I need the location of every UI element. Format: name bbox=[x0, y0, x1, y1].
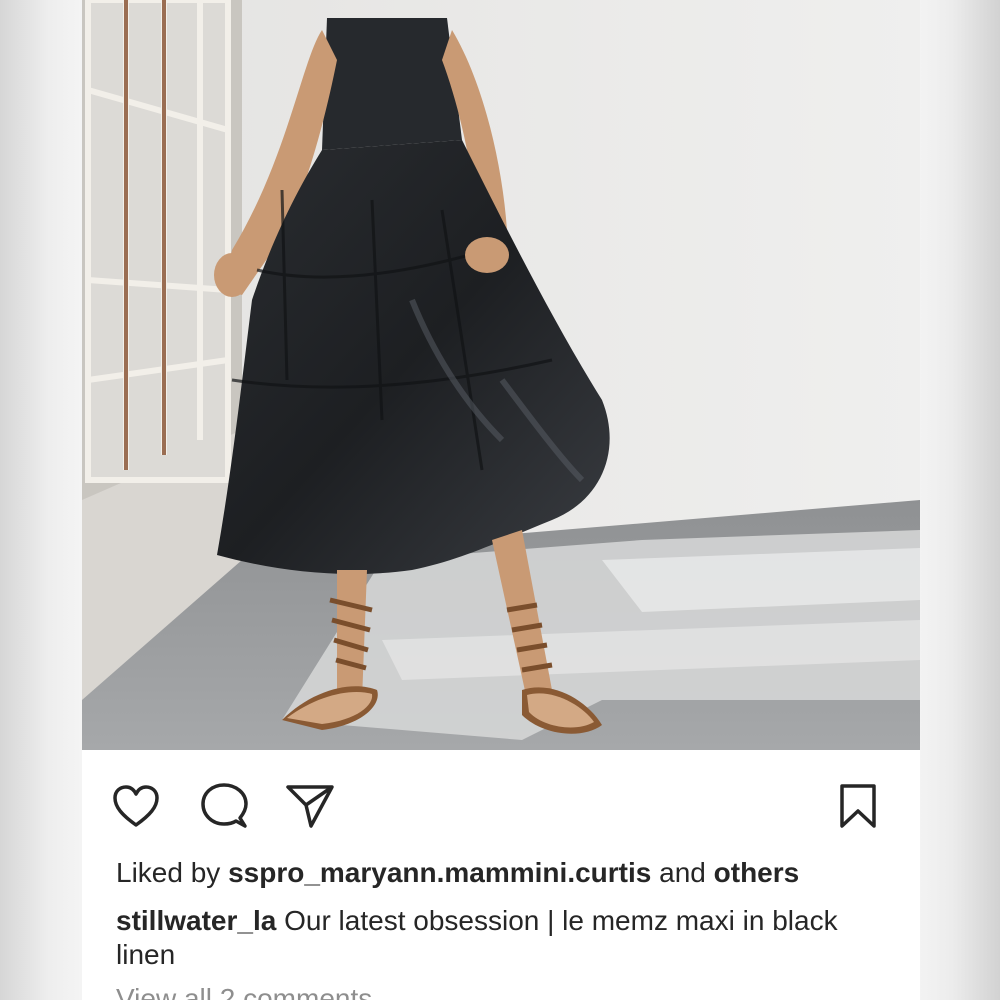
action-bar bbox=[82, 750, 920, 850]
post-caption: stillwater_la Our latest obsession | le … bbox=[116, 904, 856, 972]
liked-by-username[interactable]: sspro_maryann.mammini.curtis bbox=[228, 857, 651, 888]
caption-username[interactable]: stillwater_la bbox=[116, 905, 276, 936]
blurred-background-left bbox=[0, 0, 82, 1000]
speech-bubble-icon[interactable] bbox=[198, 780, 250, 832]
likes-others-link[interactable]: others bbox=[714, 857, 800, 888]
view-comments-link[interactable]: View all 2 comments bbox=[116, 982, 856, 1000]
blurred-background-right bbox=[920, 0, 1000, 1000]
likes-summary: Liked by sspro_maryann.mammini.curtis an… bbox=[116, 855, 906, 891]
likes-prefix: Liked by bbox=[116, 857, 229, 888]
instagram-post: Liked by sspro_maryann.mammini.curtis an… bbox=[82, 0, 920, 1000]
heart-outline-icon[interactable] bbox=[110, 780, 162, 832]
paper-plane-icon[interactable] bbox=[284, 780, 336, 832]
post-photo[interactable] bbox=[82, 0, 920, 750]
post-photo-illustration bbox=[82, 0, 920, 750]
likes-middle: and bbox=[651, 857, 714, 888]
bookmark-outline-icon[interactable] bbox=[832, 780, 884, 832]
